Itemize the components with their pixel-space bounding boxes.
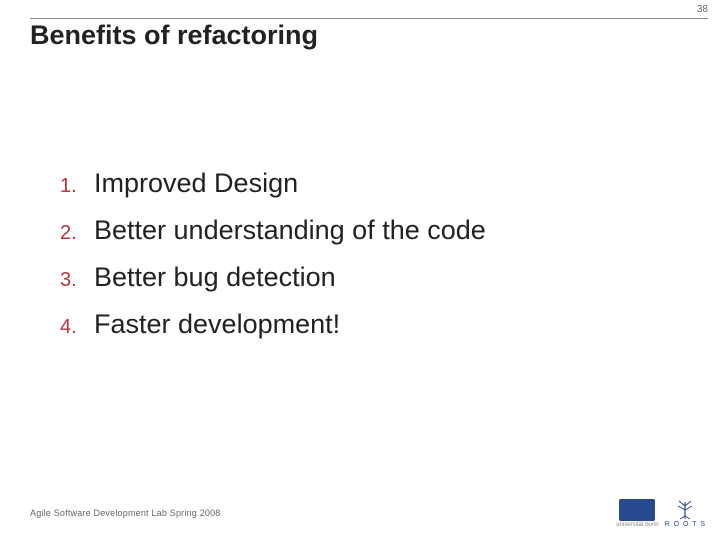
list-item: 1. Improved Design <box>60 168 660 199</box>
uni-logo: universität bonn <box>616 499 658 528</box>
tree-icon <box>674 498 696 520</box>
footer-logo: universität bonn R O O T S <box>616 498 706 528</box>
list-number: 3. <box>60 269 94 292</box>
slide: 38 Benefits of refactoring 1. Improved D… <box>0 0 720 540</box>
list-text: Improved Design <box>94 168 298 199</box>
list-item: 4. Faster development! <box>60 309 660 340</box>
uni-logo-box <box>619 499 655 521</box>
page-number: 38 <box>697 4 708 15</box>
benefits-list: 1. Improved Design 2. Better understandi… <box>60 168 660 356</box>
list-number: 1. <box>60 175 94 198</box>
roots-label: R O O T S <box>665 521 706 528</box>
roots-logo: R O O T S <box>665 498 706 528</box>
list-item: 3. Better bug detection <box>60 262 660 293</box>
slide-title: Benefits of refactoring <box>30 20 318 51</box>
footer-text: Agile Software Development Lab Spring 20… <box>30 508 221 518</box>
list-text: Better bug detection <box>94 262 336 293</box>
uni-logo-label: universität bonn <box>616 522 658 528</box>
list-number: 2. <box>60 222 94 245</box>
title-rule <box>30 18 708 19</box>
list-number: 4. <box>60 316 94 339</box>
list-item: 2. Better understanding of the code <box>60 215 660 246</box>
list-text: Faster development! <box>94 309 340 340</box>
list-text: Better understanding of the code <box>94 215 486 246</box>
